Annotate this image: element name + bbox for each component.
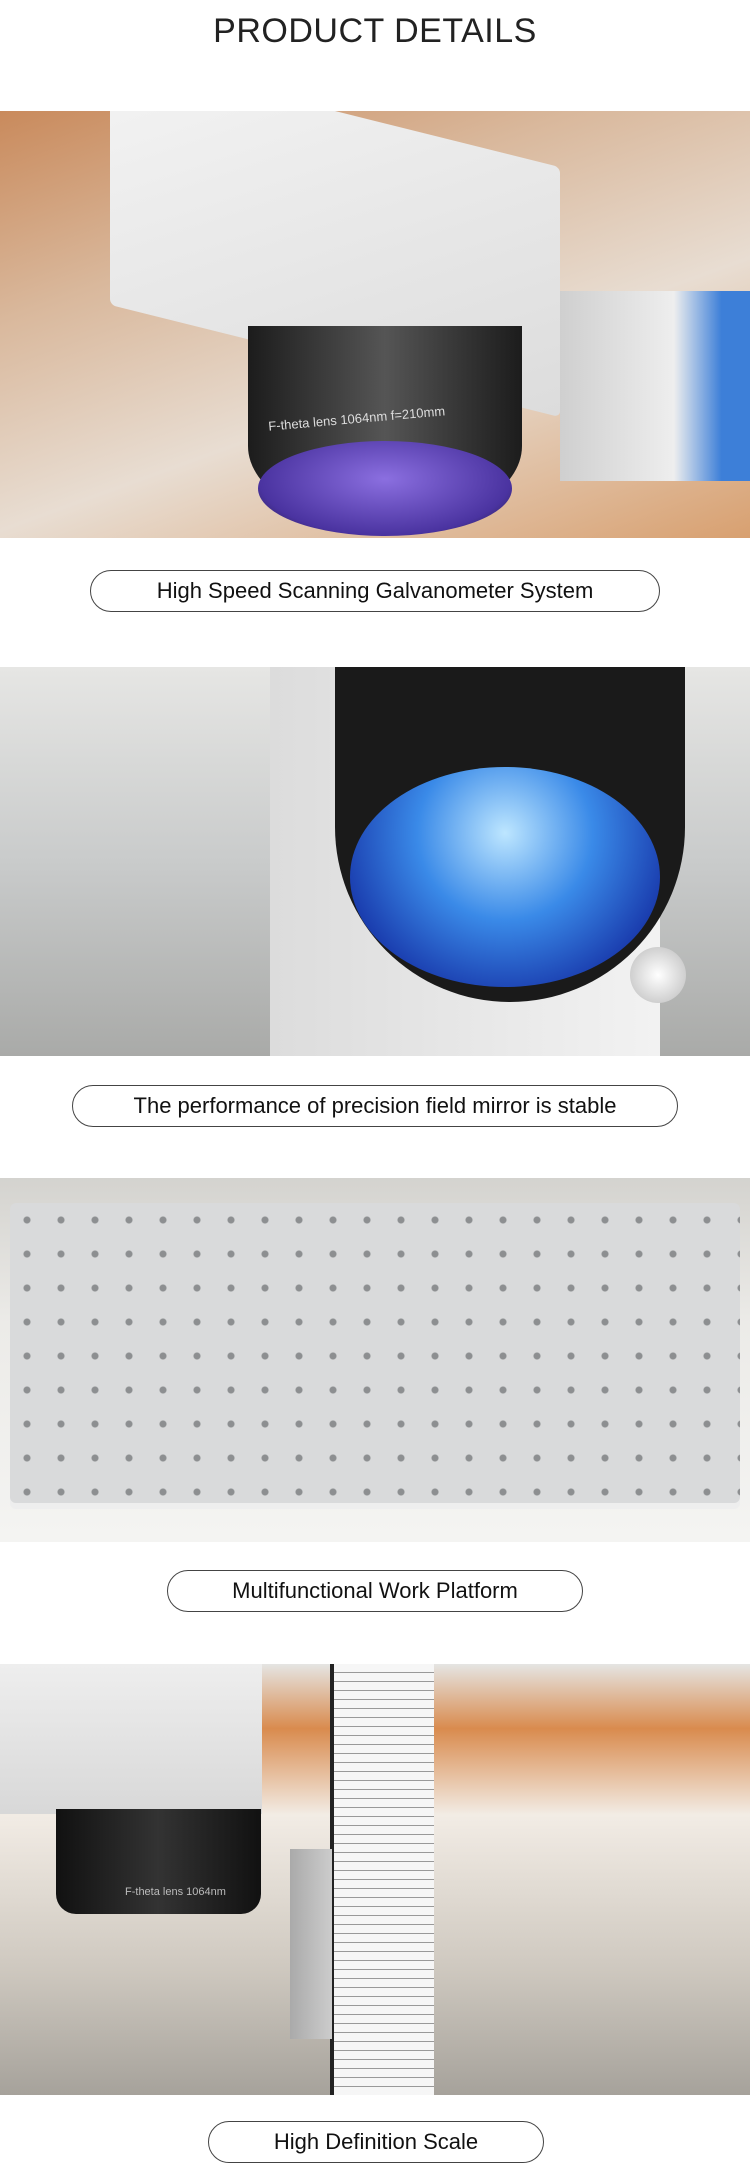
work-platform-plate — [10, 1203, 740, 1503]
galvanometer-photo: F-theta lens 1064nm f=210mm — [0, 111, 750, 538]
work-platform-photo — [0, 1178, 750, 1542]
slider-bracket — [290, 1849, 332, 2039]
lens-glass — [258, 441, 512, 536]
lens-barrel — [56, 1809, 261, 1914]
knob — [630, 947, 686, 1003]
height-scale-ruler — [330, 1664, 434, 2095]
laser-module — [560, 291, 750, 481]
lens-label: F-theta lens 1064nm — [125, 1886, 226, 1898]
page-title: PRODUCT DETAILS — [213, 12, 537, 50]
caption-galvanometer: High Speed Scanning Galvanometer System — [90, 570, 660, 612]
scale-photo: F-theta lens 1064nm — [0, 1664, 750, 2095]
field-mirror-glass — [350, 767, 660, 987]
machine-head — [0, 1664, 262, 1814]
caption-scale: High Definition Scale — [208, 2121, 544, 2163]
field-mirror-photo — [0, 667, 750, 1056]
caption-work-platform: Multifunctional Work Platform — [167, 1570, 583, 1612]
caption-field-mirror: The performance of precision field mirro… — [72, 1085, 678, 1127]
